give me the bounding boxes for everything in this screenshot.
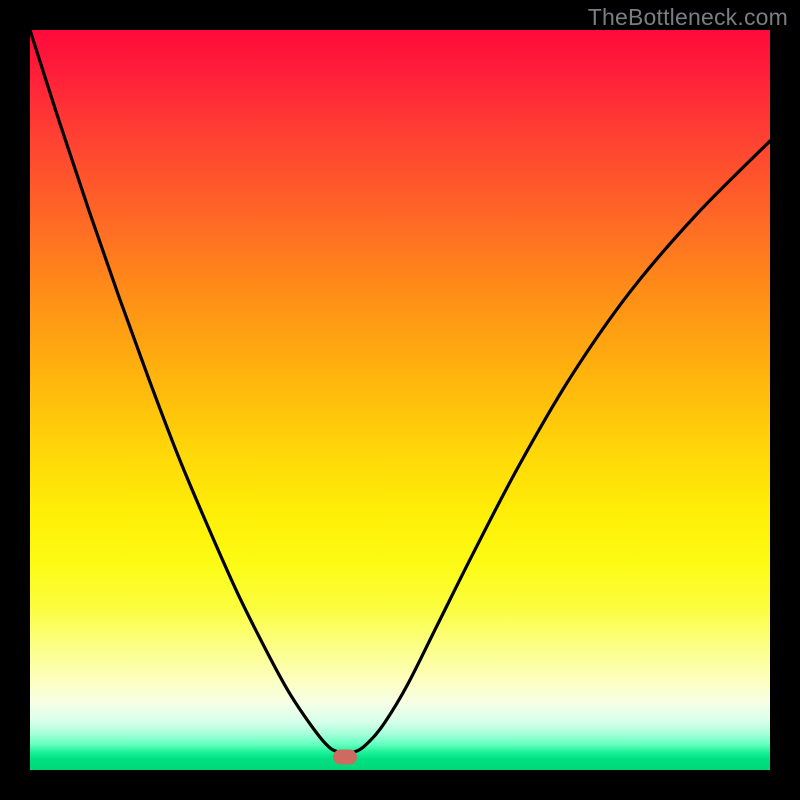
plot-area [30,30,770,770]
optimum-marker [333,749,357,764]
chart-frame: TheBottleneck.com [0,0,800,800]
bottleneck-curve [30,30,770,770]
watermark-text: TheBottleneck.com [588,4,788,31]
